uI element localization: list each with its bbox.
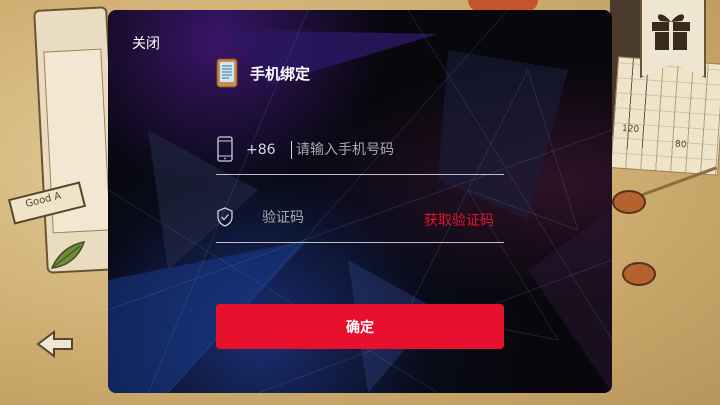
country-code: +86 <box>246 142 276 158</box>
phone-number-field: +86 <box>216 126 504 175</box>
shield-check-icon <box>217 207 233 227</box>
gift-icon[interactable] <box>648 8 694 52</box>
verification-code-field: 获取验证码 <box>216 194 504 243</box>
leaf-icon <box>50 241 86 269</box>
dialog-title: 手机绑定 <box>250 64 311 83</box>
crab-decoration <box>622 262 656 286</box>
map-label: 80 <box>674 139 687 151</box>
verification-code-input[interactable] <box>262 206 402 230</box>
map-label: 120 <box>621 123 640 136</box>
smartphone-icon <box>217 136 233 162</box>
phone-input[interactable] <box>296 138 496 162</box>
confirm-button[interactable]: 确定 <box>216 304 504 349</box>
dialog-header: 手机绑定 <box>216 57 310 89</box>
get-code-button[interactable]: 获取验证码 <box>424 210 494 230</box>
phone-document-icon <box>216 58 238 88</box>
close-button[interactable]: 关闭 <box>132 36 160 52</box>
crab-decoration <box>612 190 646 214</box>
phone-binding-dialog: 关闭 手机绑定 +86 获取验证码 确定 <box>108 10 612 393</box>
back-arrow-icon[interactable] <box>34 330 74 358</box>
text-cursor <box>291 141 292 159</box>
sign-text: Good A <box>24 190 63 211</box>
